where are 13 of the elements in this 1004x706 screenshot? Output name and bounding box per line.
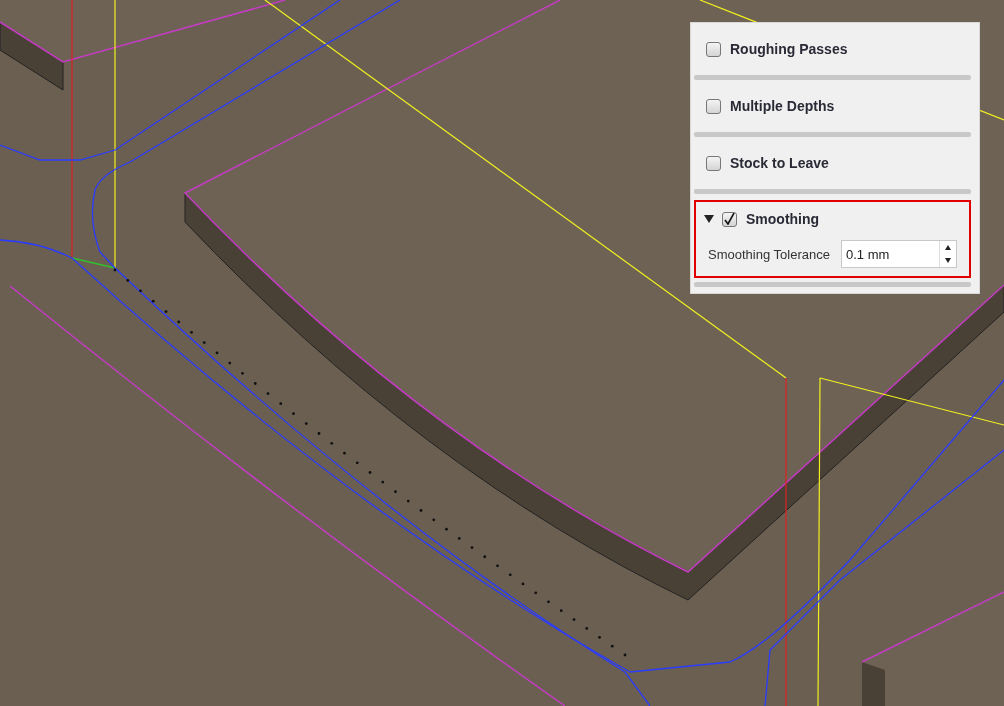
checkbox[interactable] — [706, 41, 721, 57]
checkbox[interactable] — [706, 155, 721, 171]
section-label: Multiple Depths — [730, 98, 835, 114]
section-label: Smoothing — [746, 211, 820, 227]
spin-up-icon[interactable] — [945, 245, 951, 250]
spin-down-icon[interactable] — [945, 258, 951, 263]
expand-triangle-icon[interactable] — [704, 214, 714, 224]
tolerance-field[interactable]: 0.1 mm — [841, 240, 957, 268]
checkbox[interactable] — [706, 98, 721, 114]
section-label: Roughing Passes — [730, 41, 848, 57]
checkbox[interactable] — [722, 211, 737, 227]
section-label: Stock to Leave — [730, 155, 829, 171]
field-label: Smoothing Tolerance — [708, 246, 830, 262]
